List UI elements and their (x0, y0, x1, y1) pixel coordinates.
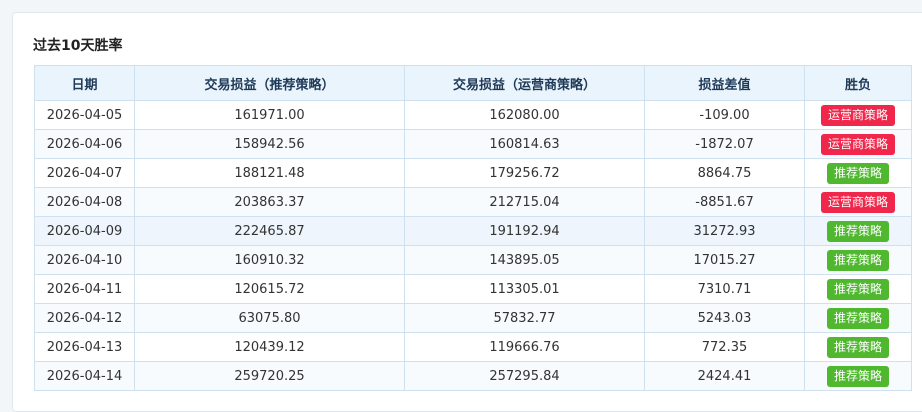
winner-cell: 推荐策略 (804, 274, 912, 304)
column-header-op-pnl: 交易损益（运营商策略） (404, 65, 645, 101)
date-cell: 2026-04-07 (34, 158, 135, 188)
rec-pnl-cell: 222465.87 (134, 216, 405, 246)
card-title: 过去10天胜率 (33, 38, 123, 54)
op-pnl-cell: 119666.76 (404, 332, 645, 362)
winner-cell: 推荐策略 (804, 361, 912, 391)
rec-pnl-cell: 161971.00 (134, 100, 405, 130)
winner-badge: 运营商策略 (820, 133, 895, 155)
table-row: 2026-04-12 63075.80 57832.77 5243.03 推荐策略 (34, 303, 912, 333)
winner-badge: 推荐策略 (826, 278, 889, 300)
diff-cell: -109.00 (644, 100, 805, 130)
win-rate-table: 日期 交易损益（推荐策略） 交易损益（运营商策略） 损益差值 胜负 2026-0… (34, 65, 912, 391)
op-pnl-cell: 179256.72 (404, 158, 645, 188)
table-row: 2026-04-05 161971.00 162080.00 -109.00 运营商策略 (34, 100, 912, 130)
diff-cell: 5243.03 (644, 303, 805, 333)
date-cell: 2026-04-09 (34, 216, 135, 246)
op-pnl-cell: 143895.05 (404, 245, 645, 275)
winner-badge: 推荐策略 (826, 307, 889, 329)
op-pnl-cell: 113305.01 (404, 274, 645, 304)
table-row: 2026-04-08 203863.37 212715.04 -8851.67 运营商策… (34, 187, 912, 217)
winner-badge: 运营商策略 (820, 104, 895, 126)
rec-pnl-cell: 188121.48 (134, 158, 405, 188)
winner-cell: 运营商策略 (804, 100, 912, 130)
rec-pnl-cell: 203863.37 (134, 187, 405, 217)
diff-cell: 8864.75 (644, 158, 805, 188)
date-cell: 2026-04-06 (34, 129, 135, 159)
winner-badge: 推荐策略 (826, 365, 889, 387)
table-row: 2026-04-14 259720.25 257295.84 2424.41 推荐策略 (34, 361, 912, 391)
date-cell: 2026-04-12 (34, 303, 135, 333)
rec-pnl-cell: 120439.12 (134, 332, 405, 362)
diff-cell: 31272.93 (644, 216, 805, 246)
date-cell: 2026-04-13 (34, 332, 135, 362)
table-row: 2026-04-11 120615.72 113305.01 7310.71 推荐策略 (34, 274, 912, 304)
date-cell: 2026-04-08 (34, 187, 135, 217)
date-cell: 2026-04-10 (34, 245, 135, 275)
diff-cell: 17015.27 (644, 245, 805, 275)
diff-cell: -8851.67 (644, 187, 805, 217)
diff-cell: -1872.07 (644, 129, 805, 159)
table-row: 2026-04-13 120439.12 119666.76 772.35 推荐策略 (34, 332, 912, 362)
op-pnl-cell: 212715.04 (404, 187, 645, 217)
column-header-diff: 损益差值 (644, 65, 805, 101)
table-header-row: 日期 交易损益（推荐策略） 交易损益（运营商策略） 损益差值 胜负 (34, 65, 912, 101)
diff-cell: 2424.41 (644, 361, 805, 391)
rec-pnl-cell: 120615.72 (134, 274, 405, 304)
winner-cell: 推荐策略 (804, 245, 912, 275)
date-cell: 2026-04-11 (34, 274, 135, 304)
rec-pnl-cell: 160910.32 (134, 245, 405, 275)
table-row: 2026-04-07 188121.48 179256.72 8864.75 推荐策略 (34, 158, 912, 188)
op-pnl-cell: 162080.00 (404, 100, 645, 130)
win-rate-card: 过去10天胜率 日期 交易损益（推荐策略） 交易损益（运营商策略） 损益差值 胜… (12, 12, 922, 412)
op-pnl-cell: 257295.84 (404, 361, 645, 391)
column-header-rec-pnl: 交易损益（推荐策略） (134, 65, 405, 101)
rec-pnl-cell: 158942.56 (134, 129, 405, 159)
winner-badge: 推荐策略 (826, 220, 889, 242)
rec-pnl-cell: 259720.25 (134, 361, 405, 391)
winner-cell: 推荐策略 (804, 158, 912, 188)
op-pnl-cell: 160814.63 (404, 129, 645, 159)
table-row: 2026-04-10 160910.32 143895.05 17015.27 推荐策略 (34, 245, 912, 275)
op-pnl-cell: 57832.77 (404, 303, 645, 333)
table-body: 2026-04-05 161971.00 162080.00 -109.00 运营商策略… (34, 100, 912, 391)
rec-pnl-cell: 63075.80 (134, 303, 405, 333)
date-cell: 2026-04-14 (34, 361, 135, 391)
date-cell: 2026-04-05 (34, 100, 135, 130)
winner-cell: 推荐策略 (804, 216, 912, 246)
winner-cell: 运营商策略 (804, 187, 912, 217)
diff-cell: 7310.71 (644, 274, 805, 304)
winner-cell: 推荐策略 (804, 303, 912, 333)
diff-cell: 772.35 (644, 332, 805, 362)
winner-badge: 推荐策略 (826, 336, 889, 358)
column-header-winner: 胜负 (804, 65, 912, 101)
winner-badge: 运营商策略 (820, 191, 895, 213)
winner-badge: 推荐策略 (826, 162, 889, 184)
winner-cell: 运营商策略 (804, 129, 912, 159)
column-header-date: 日期 (34, 65, 135, 101)
op-pnl-cell: 191192.94 (404, 216, 645, 246)
winner-badge: 推荐策略 (826, 249, 889, 271)
table-row: 2026-04-06 158942.56 160814.63 -1872.07 运营商策… (34, 129, 912, 159)
table-row: 2026-04-09 222465.87 191192.94 31272.93 推荐策略 (34, 216, 912, 246)
winner-cell: 推荐策略 (804, 332, 912, 362)
